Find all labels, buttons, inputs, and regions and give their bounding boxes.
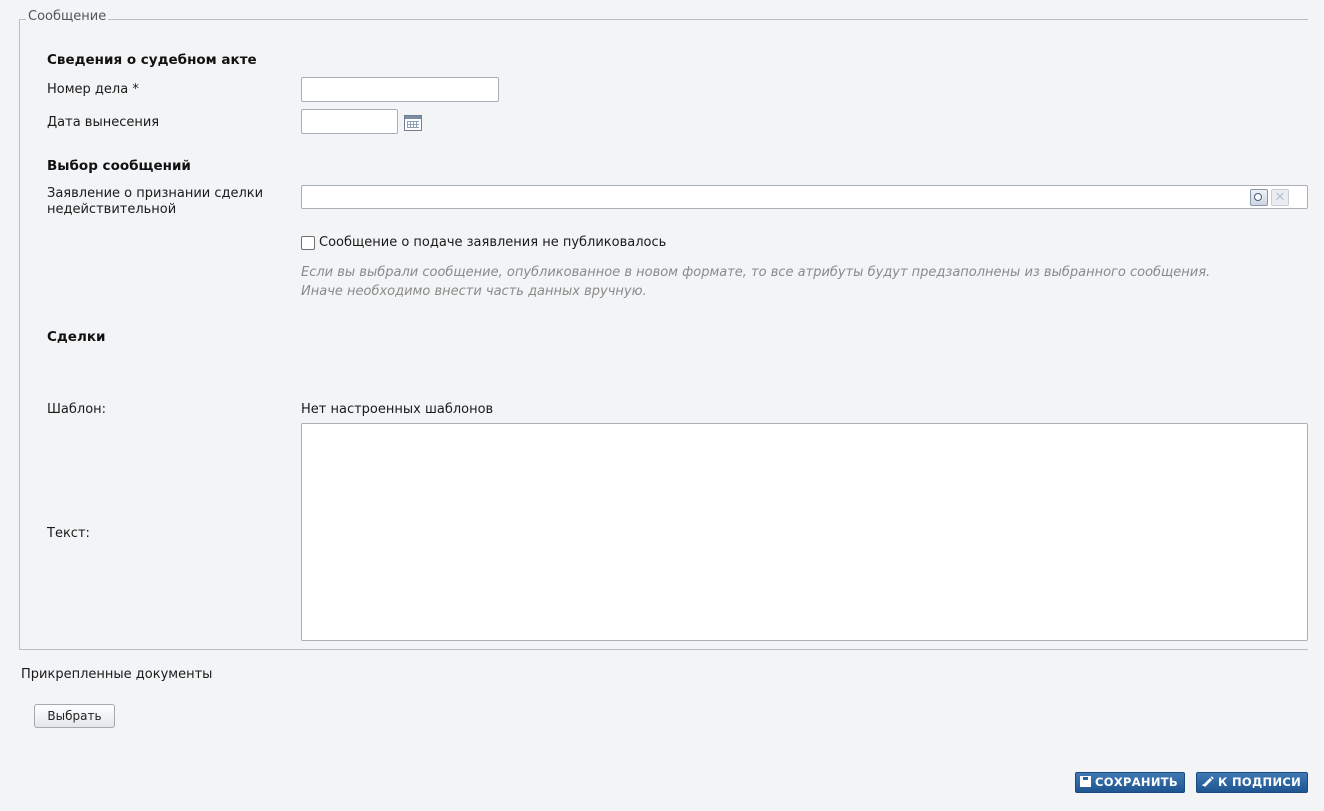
- statement-input[interactable]: [301, 185, 1308, 209]
- date-label: Дата вынесения: [47, 115, 160, 130]
- send-to-sign-label: К ПОДПИСИ: [1218, 775, 1302, 789]
- statement-label: Заявление о признании сделки недействите…: [47, 186, 263, 218]
- case-number-label: Номер дела *: [47, 82, 139, 97]
- deals-section-title: Сделки: [47, 329, 106, 345]
- template-label: Шаблон:: [47, 402, 107, 417]
- text-label: Текст:: [47, 526, 90, 541]
- not-published-label[interactable]: Сообщение о подаче заявления не публиков…: [319, 235, 666, 251]
- statement-label-line2: недействительной: [47, 202, 177, 217]
- lookup-icon[interactable]: [1250, 189, 1268, 206]
- court-act-section-title: Сведения о судебном акте: [47, 52, 257, 68]
- case-number-input[interactable]: [301, 77, 499, 102]
- send-to-sign-button[interactable]: К ПОДПИСИ: [1196, 772, 1309, 793]
- hint-line2: Иначе необходимо внести часть данных вру…: [301, 284, 647, 299]
- clear-icon[interactable]: ✕: [1271, 189, 1289, 206]
- template-value: Нет настроенных шаблонов: [301, 402, 494, 417]
- save-button-label: СОХРАНИТЬ: [1095, 775, 1178, 789]
- attachments-title: Прикрепленные документы: [21, 667, 213, 682]
- not-published-checkbox[interactable]: [301, 236, 315, 250]
- pen-icon: [1202, 776, 1214, 787]
- statement-label-line1: Заявление о признании сделки: [47, 186, 264, 201]
- choose-button[interactable]: Выбрать: [34, 704, 115, 728]
- text-area[interactable]: [301, 423, 1308, 641]
- save-button[interactable]: СОХРАНИТЬ: [1075, 772, 1185, 793]
- calendar-icon[interactable]: [404, 115, 422, 131]
- messages-section-title: Выбор сообщений: [47, 158, 191, 174]
- date-input[interactable]: [301, 109, 398, 134]
- fieldset-legend: Сообщение: [26, 9, 109, 24]
- hint-line1: Если вы выбрали сообщение, опубликованно…: [301, 265, 1211, 280]
- floppy-disk-icon: [1080, 776, 1091, 787]
- hint-text: Если вы выбрали сообщение, опубликованно…: [301, 263, 1210, 301]
